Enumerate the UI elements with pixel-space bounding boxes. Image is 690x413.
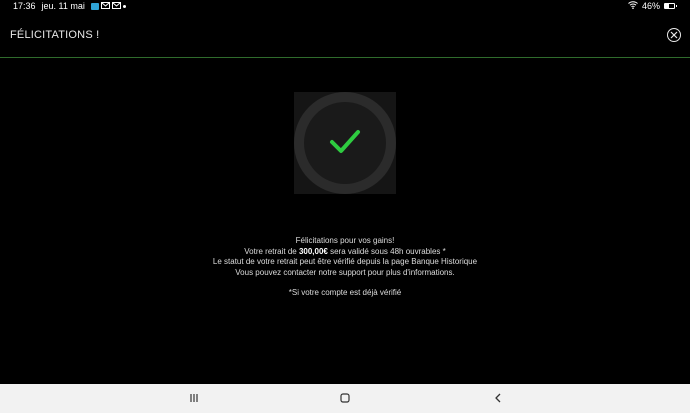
close-icon	[670, 31, 678, 39]
withdrawal-amount: 300,00€	[298, 246, 328, 256]
screen: 17:36 jeu. 11 mai 46% FÉLICITATIONS ! Fé…	[0, 0, 690, 413]
wifi-icon	[628, 1, 638, 11]
success-graphic	[294, 92, 396, 194]
battery-fill	[665, 4, 670, 8]
recents-icon	[190, 394, 198, 402]
battery-icon	[664, 3, 677, 9]
checkmark-icon	[330, 130, 360, 153]
message-line-congrats: Félicitations pour vos gains!	[295, 236, 395, 245]
status-date: jeu. 11 mai	[41, 1, 85, 11]
home-icon	[340, 393, 350, 403]
status-bar: 17:36 jeu. 11 mai 46%	[0, 0, 690, 14]
success-message: Félicitations pour vos gains! Votre retr…	[145, 236, 545, 299]
withdrawal-prefix: Votre retrait de	[244, 246, 299, 256]
page-title: FÉLICITATIONS !	[10, 29, 100, 41]
mail-icon	[111, 1, 121, 11]
mail-icon	[100, 1, 110, 11]
message-line-withdrawal: Votre retrait de 300,00€ sera validé sou…	[145, 247, 545, 258]
recents-button[interactable]	[188, 391, 200, 409]
status-left: 17:36 jeu. 11 mai	[13, 1, 126, 11]
dot-icon	[122, 4, 126, 8]
status-time: 17:36	[13, 1, 36, 11]
close-button[interactable]	[667, 28, 681, 42]
withdrawal-suffix: sera validé sous 48h ouvrables *	[327, 246, 446, 256]
back-button[interactable]	[492, 391, 504, 409]
system-nav-bar	[0, 384, 690, 413]
notification-box-icon	[90, 2, 99, 10]
back-icon	[495, 393, 501, 403]
home-button[interactable]	[339, 391, 351, 409]
message-line-support: Vous pouvez contacter notre support pour…	[235, 267, 455, 277]
dialog-header: FÉLICITATIONS !	[0, 14, 690, 58]
message-footnote: *Si votre compte est déjà vérifié	[288, 288, 402, 297]
message-line-status: Le statut de votre retrait peut être vér…	[212, 257, 478, 266]
notification-icons	[90, 1, 126, 11]
status-right: 46%	[628, 1, 677, 11]
battery-percent: 46%	[641, 1, 660, 11]
message-gap	[145, 278, 545, 288]
